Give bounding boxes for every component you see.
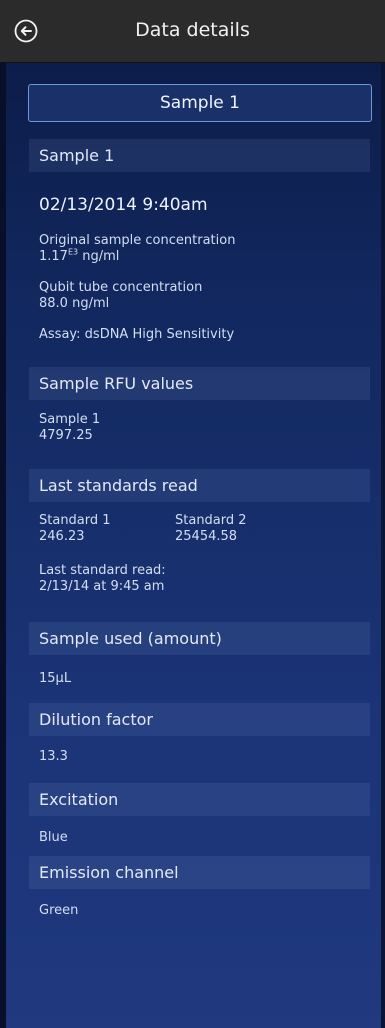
original-concentration-value: 1.17E3 ng/ml [39,247,120,265]
assay-text: Assay: dsDNA High Sensitivity [39,327,235,342]
section-title-rfu: Sample RFU values [39,374,194,393]
top-bar: Data details [0,0,385,63]
original-concentration-exponent: E3 [67,247,79,257]
sample-select-button[interactable]: Sample 1 [28,84,372,122]
section-title-sample-used: Sample used (amount) [39,629,222,648]
original-concentration-mantissa: 1.17 [39,249,68,264]
qubit-concentration-value: 88.0 ng/ml [39,296,110,311]
sample-used-value: 15µL [39,671,72,686]
section-title-emission: Emission channel [39,863,179,882]
section-header-sample: Sample 1 [29,139,370,172]
emission-value: Green [39,903,79,918]
sample-datetime: 02/13/2014 9:40am [39,195,208,215]
standard-2-value: 25454.58 [175,529,238,544]
section-header-dilution: Dilution factor [29,703,370,736]
section-header-excitation: Excitation [29,783,370,816]
standard-1-value: 246.23 [39,529,85,544]
qubit-concentration-label: Qubit tube concentration [39,280,203,295]
section-header-emission: Emission channel [29,856,370,889]
standard-1-label: Standard 1 [39,513,111,528]
section-header-sample-used: Sample used (amount) [29,622,370,655]
original-concentration-label: Original sample concentration [39,233,236,248]
standard-2-label: Standard 2 [175,513,247,528]
original-concentration-unit: ng/ml [82,249,120,264]
page-title: Data details [135,19,250,41]
section-header-rfu: Sample RFU values [29,367,370,400]
last-standard-value: 2/13/14 at 9:45 am [39,579,165,594]
last-standard-label: Last standard read: [39,563,166,578]
excitation-value: Blue [39,830,68,845]
left-frame [0,63,6,1028]
section-title-standards: Last standards read [39,476,198,495]
section-title-excitation: Excitation [39,790,119,809]
right-frame [381,63,385,1028]
rfu-sample-value: 4797.25 [39,428,93,443]
dilution-value: 13.3 [39,749,68,764]
rfu-sample-label: Sample 1 [39,412,101,427]
section-header-standards: Last standards read [29,469,370,502]
section-title-dilution: Dilution factor [39,710,153,729]
section-title-sample: Sample 1 [39,146,115,165]
